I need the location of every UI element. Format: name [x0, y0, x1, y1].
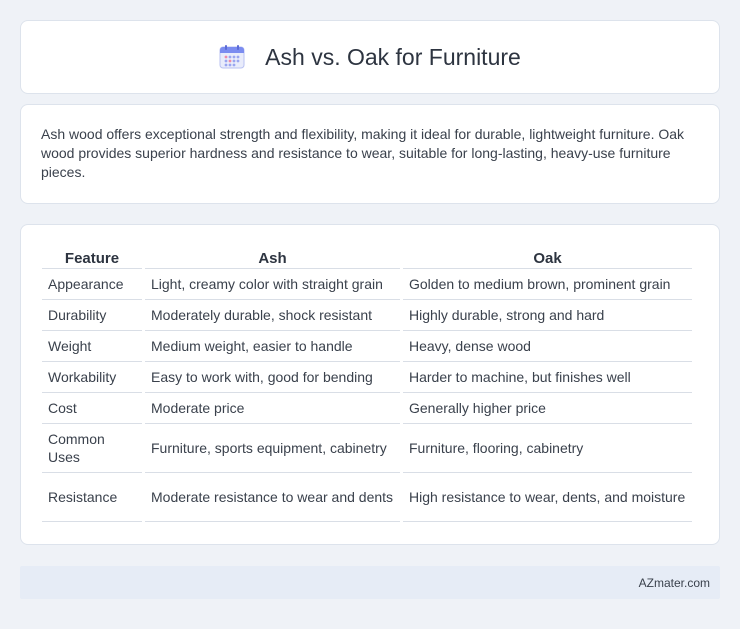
ash-cell: Furniture, sports equipment, cabinetry	[145, 424, 400, 473]
feature-cell: Weight	[42, 331, 142, 362]
summary-text: Ash wood offers exceptional strength and…	[41, 126, 685, 180]
feature-cell: Durability	[42, 300, 142, 331]
table-row: Workability Easy to work with, good for …	[42, 362, 692, 393]
page-title: Ash vs. Oak for Furniture	[265, 43, 521, 70]
source-credit: AZmater.com	[638, 575, 710, 590]
table-row: Appearance Light, creamy color with stra…	[42, 269, 692, 300]
oak-cell: High resistance to wear, dents, and mois…	[403, 473, 692, 522]
ash-cell: Moderately durable, shock resistant	[145, 300, 400, 331]
oak-cell: Generally higher price	[403, 393, 692, 424]
oak-cell: Heavy, dense wood	[403, 331, 692, 362]
oak-cell: Golden to medium brown, prominent grain	[403, 269, 692, 300]
column-header-ash: Ash	[145, 245, 400, 269]
calendar-icon	[219, 45, 245, 69]
feature-cell: Cost	[42, 393, 142, 424]
ash-cell: Moderate price	[145, 393, 400, 424]
title-bar: Ash vs. Oak for Furniture	[219, 44, 521, 71]
summary-card: Ash wood offers exceptional strength and…	[20, 104, 720, 204]
table-header-row: Feature Ash Oak	[42, 245, 692, 269]
table-row: Weight Medium weight, easier to handle H…	[42, 331, 692, 362]
table-row: Cost Moderate price Generally higher pri…	[42, 393, 692, 424]
feature-cell: Appearance	[42, 269, 142, 300]
oak-cell: Furniture, flooring, cabinetry	[403, 424, 692, 473]
table-row: Common Uses Furniture, sports equipment,…	[42, 424, 692, 473]
comparison-card: Feature Ash Oak Appearance Light, creamy…	[20, 224, 720, 545]
oak-cell: Harder to machine, but finishes well	[403, 362, 692, 393]
ash-cell: Light, creamy color with straight grain	[145, 269, 400, 300]
feature-cell: Common Uses	[42, 424, 142, 473]
footer-bar: AZmater.com	[20, 566, 720, 599]
ash-cell: Moderate resistance to wear and dents	[145, 473, 400, 522]
ash-cell: Easy to work with, good for bending	[145, 362, 400, 393]
column-header-feature: Feature	[42, 245, 142, 269]
title-card: Ash vs. Oak for Furniture	[20, 20, 720, 94]
feature-cell: Resistance	[42, 473, 142, 522]
ash-cell: Medium weight, easier to handle	[145, 331, 400, 362]
column-header-oak: Oak	[403, 245, 692, 269]
oak-cell: Highly durable, strong and hard	[403, 300, 692, 331]
feature-cell: Workability	[42, 362, 142, 393]
table-row: Durability Moderately durable, shock res…	[42, 300, 692, 331]
comparison-table: Feature Ash Oak Appearance Light, creamy…	[39, 245, 695, 522]
table-row: Resistance Moderate resistance to wear a…	[42, 473, 692, 522]
